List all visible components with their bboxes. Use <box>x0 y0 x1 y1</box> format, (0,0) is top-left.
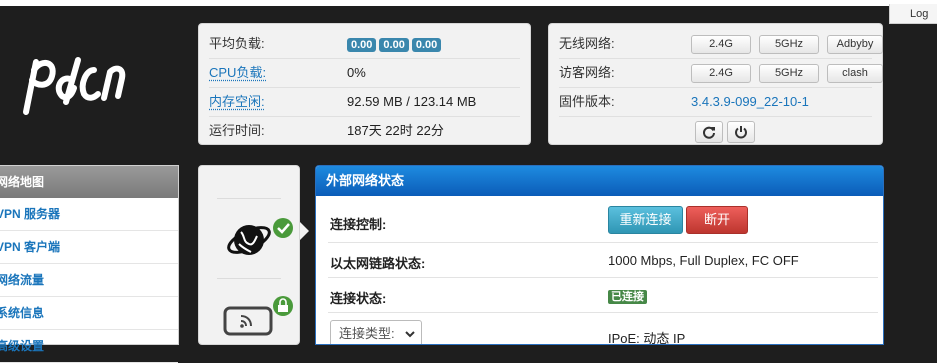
power-icon <box>735 126 747 139</box>
reconnect-button[interactable]: 重新连接 <box>608 206 683 234</box>
guest-2g-button[interactable]: 2.4G <box>691 64 751 83</box>
top-strip <box>0 0 937 6</box>
refresh-icon <box>703 126 715 139</box>
uptime-value: 187天 22时 22分 <box>347 123 444 138</box>
connection-status-cell: 已连接 <box>608 288 647 304</box>
cpu-row: CPU负载: 0% <box>209 59 520 88</box>
log-button[interactable]: Log <box>889 4 937 24</box>
action-buttons <box>559 117 872 147</box>
adbyby-button[interactable]: Adbyby <box>827 35 883 54</box>
firmware-row: 固件版本: 3.4.3.9-099_22-10-1 <box>559 88 872 117</box>
wireless-row: 无线网络: 2.4G 5GHz Adbyby <box>559 30 883 59</box>
sidebar-item-advanced[interactable]: 高级设置 <box>0 330 178 363</box>
system-info-panel: 平均负载: 0.00 0.00 0.00 CPU负载: 0% 内存空闲: 92.59… <box>198 23 531 145</box>
connection-status-row: 连接状态: 已连接 <box>328 278 878 313</box>
uptime-row: 运行时间: 187天 22时 22分 <box>209 117 520 145</box>
connection-type-placeholder: 连接类型: <box>339 326 395 341</box>
load-badge-15: 0.00 <box>411 38 442 52</box>
disconnect-button[interactable]: 断开 <box>686 206 748 234</box>
wan-status-panel: 外部网络状态 连接控制: 重新连接 断开 以太网链路状态: 1000 Mbps,… <box>315 165 884 345</box>
refresh-button[interactable] <box>695 121 723 143</box>
mobile-wifi-icon[interactable] <box>223 294 297 338</box>
connection-control-label: 连接控制: <box>330 217 387 232</box>
memory-row: 内存空闲: 92.59 MB / 123.14 MB <box>209 88 520 117</box>
power-button[interactable] <box>727 121 755 143</box>
sidebar-item-traffic[interactable]: 网络流量 <box>0 264 178 297</box>
memory-link[interactable]: 内存空闲: <box>209 88 347 116</box>
divider <box>217 198 281 199</box>
clash-button[interactable]: clash <box>827 64 883 83</box>
load-row: 平均负载: 0.00 0.00 0.00 <box>209 30 520 59</box>
ethernet-link-label: 以太网链路状态: <box>330 256 426 271</box>
sidebar-item-system-info[interactable]: 系统信息 <box>0 297 178 330</box>
wireless-2g-button[interactable]: 2.4G <box>691 35 751 54</box>
status-badge: 已连接 <box>608 290 647 304</box>
sidebar-header-network-map[interactable]: 网络地图 <box>0 166 178 198</box>
connection-type-select[interactable]: 连接类型: <box>330 320 422 344</box>
load-label: 平均负载: <box>209 36 265 51</box>
load-badge-1: 0.00 <box>347 38 377 52</box>
panel-title: 外部网络状态 <box>316 166 883 196</box>
firmware-label: 固件版本: <box>559 94 615 109</box>
cpu-value: 0% <box>347 65 366 80</box>
load-badge-5: 0.00 <box>379 38 409 52</box>
guest-row: 访客网络: 2.4G 5GHz clash <box>559 59 883 88</box>
guest-label: 访客网络: <box>559 65 615 80</box>
connection-type-value: IPoE: 动态 IP <box>608 331 686 345</box>
chevron-down-icon <box>405 331 415 338</box>
ethernet-link-row: 以太网链路状态: 1000 Mbps, Full Duplex, FC OFF <box>328 243 878 278</box>
memory-value: 92.59 MB / 123.14 MB <box>347 94 477 109</box>
connection-control-row: 连接控制: <box>328 202 878 243</box>
pointer-arrow <box>300 222 309 240</box>
cpu-link[interactable]: CPU负载: <box>209 59 347 87</box>
sidebar-item-vpn-server[interactable]: VPN 服务器 <box>0 198 178 231</box>
connection-status-label: 连接状态: <box>330 291 387 306</box>
internet-globe-icon[interactable] <box>223 214 297 268</box>
network-panel: 无线网络: 2.4G 5GHz Adbyby 访客网络: 2.4G 5GHz c… <box>548 23 883 145</box>
ethernet-link-value: 1000 Mbps, Full Duplex, FC OFF <box>608 253 799 268</box>
divider <box>217 278 281 279</box>
status-icon-column <box>198 165 300 345</box>
sidebar-item-vpn-client[interactable]: VPN 客户端 <box>0 231 178 264</box>
sidebar: 网络地图 VPN 服务器 VPN 客户端 网络流量 系统信息 高级设置 <box>0 165 179 363</box>
firmware-value[interactable]: 3.4.3.9-099_22-10-1 <box>691 88 809 116</box>
load-values: 0.00 0.00 0.00 <box>347 30 444 58</box>
logo <box>23 57 126 115</box>
guest-5g-button[interactable]: 5GHz <box>759 64 819 83</box>
uptime-label: 运行时间: <box>209 123 265 138</box>
wireless-5g-button[interactable]: 5GHz <box>759 35 819 54</box>
wireless-label: 无线网络: <box>559 36 615 51</box>
